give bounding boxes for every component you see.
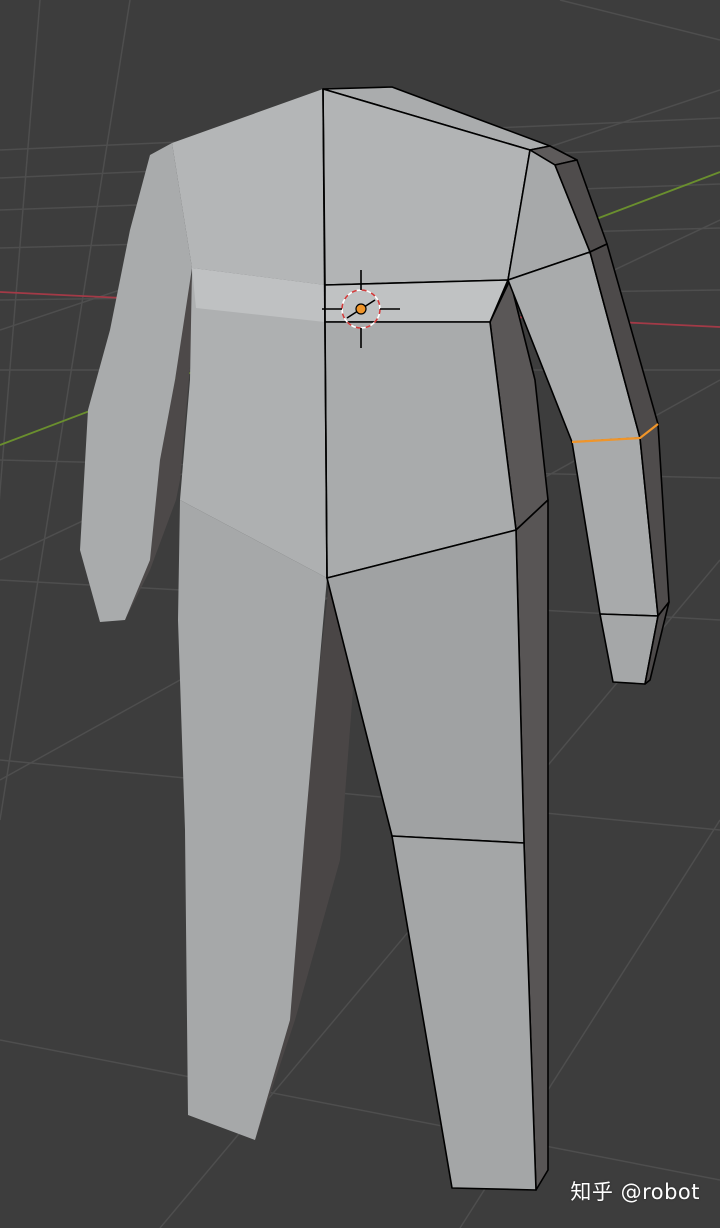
object-origin[interactable] <box>355 303 367 315</box>
mesh-face <box>326 529 525 844</box>
mesh-face <box>324 279 509 323</box>
mesh-face <box>178 500 327 1140</box>
watermark-text: 知乎 @robot <box>570 1180 700 1204</box>
viewport-scene[interactable] <box>0 0 720 1228</box>
mesh-body[interactable] <box>80 86 670 1191</box>
3d-viewport[interactable]: 知乎 @robot <box>0 0 720 1228</box>
mesh-face <box>391 835 537 1191</box>
mesh-face <box>172 89 325 285</box>
